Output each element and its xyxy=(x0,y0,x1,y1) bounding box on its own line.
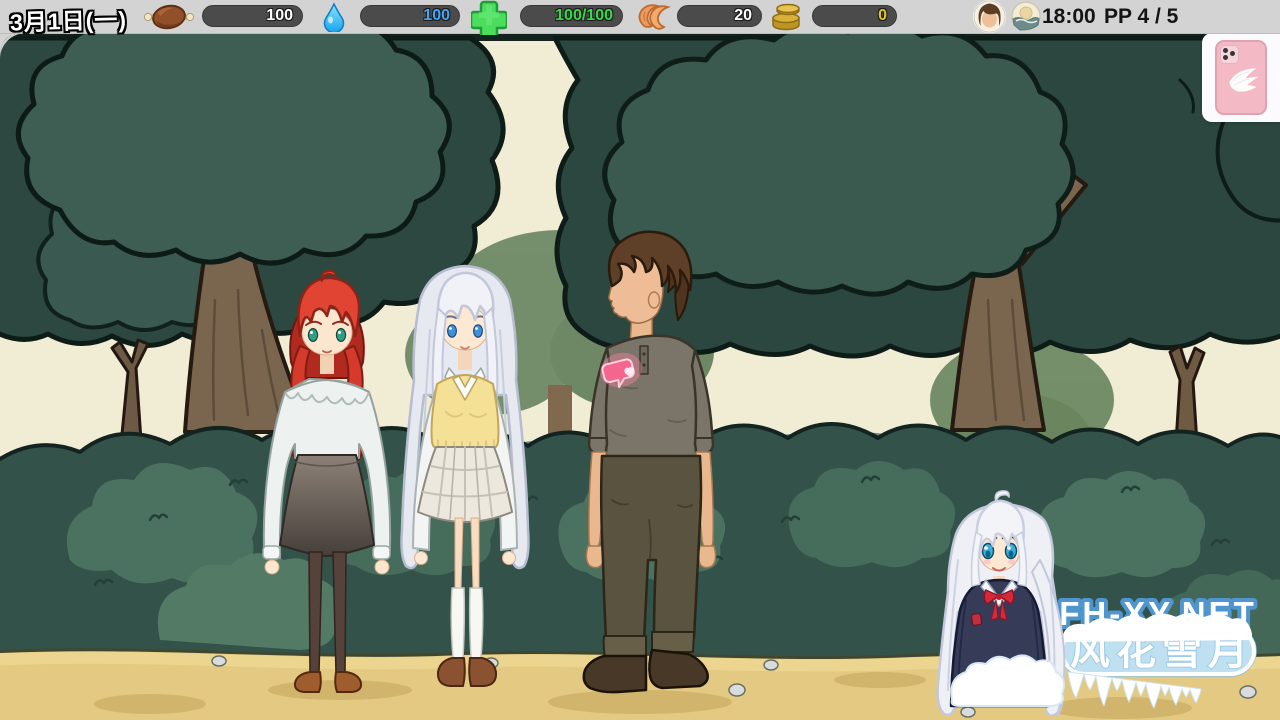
top-bar: 3月1日(一) 100 100 100/100 20 xyxy=(0,0,1280,34)
meat-value: 100 xyxy=(266,7,293,24)
date-label: 3月1日(一) xyxy=(10,0,128,37)
game-scene: FH-XY.NET 风花雪月 xyxy=(0,0,1280,720)
health-cross-icon xyxy=(471,0,507,35)
phone-panel xyxy=(1202,33,1280,122)
clock-label: 18:00 xyxy=(1042,5,1096,29)
action-points-label: PP 4 / 5 xyxy=(1104,5,1178,29)
water-drop-icon xyxy=(322,2,346,32)
food-value: 20 xyxy=(734,7,752,24)
health-value: 100/100 xyxy=(555,7,613,24)
wing-icon xyxy=(1226,64,1260,98)
meat-counter: 100 xyxy=(202,5,303,27)
phone-camera-icon xyxy=(1220,45,1239,64)
health-counter: 100/100 xyxy=(520,5,623,27)
gold-value: 0 xyxy=(878,7,887,24)
food-counter: 20 xyxy=(677,5,762,27)
phone-button[interactable] xyxy=(1215,40,1267,115)
sunset-time-icon xyxy=(1011,1,1041,31)
water-value: 100 xyxy=(423,7,450,24)
coin-stack-icon xyxy=(769,2,803,32)
gold-counter: 0 xyxy=(812,5,897,27)
shrimp-icon xyxy=(634,2,672,30)
player-portrait[interactable] xyxy=(973,0,1006,33)
meat-icon xyxy=(143,2,195,32)
water-counter: 100 xyxy=(360,5,460,27)
